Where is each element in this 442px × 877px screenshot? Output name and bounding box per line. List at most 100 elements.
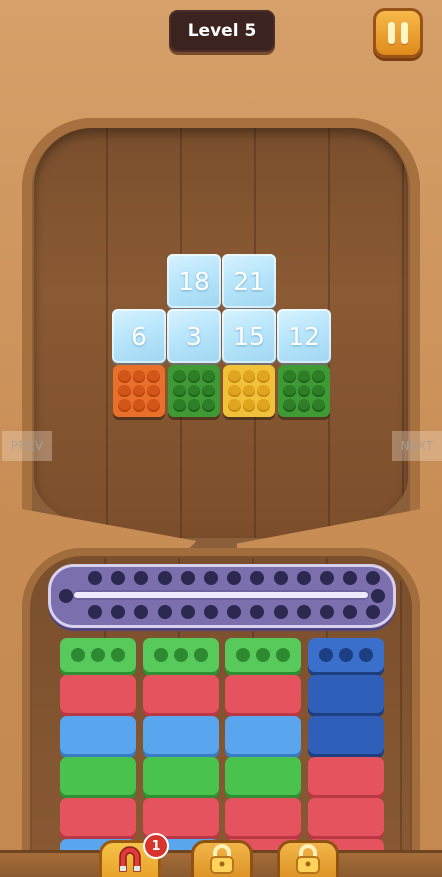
block-stud — [202, 370, 215, 383]
green-block[interactable] — [168, 365, 220, 417]
block-stud — [257, 384, 270, 398]
conveyor-hole — [157, 571, 172, 585]
block-stud — [242, 370, 256, 383]
stack-piece-blue — [143, 716, 219, 754]
next-button[interactable]: NEXT — [392, 431, 442, 461]
stack-piece-green — [225, 757, 301, 795]
stack-piece-navy — [308, 716, 384, 754]
ice-tile[interactable]: 12 — [277, 309, 331, 363]
ice-tile-value: 3 — [186, 321, 202, 351]
stack-stud — [339, 648, 353, 662]
conveyor-hole — [157, 605, 172, 619]
stack-piece-blue — [60, 716, 136, 754]
ice-tile[interactable]: 18 — [167, 254, 221, 308]
upper-board — [34, 128, 408, 538]
block-stud — [187, 370, 201, 383]
ice-tile-value: 18 — [178, 266, 210, 296]
ice-tile[interactable]: 6 — [112, 309, 166, 363]
lock-icon — [210, 844, 234, 874]
block-stud — [283, 370, 296, 383]
block-stud — [132, 384, 146, 398]
block-stud — [297, 370, 311, 383]
conveyor-hole — [180, 571, 195, 585]
ice-tile[interactable]: 15 — [222, 309, 276, 363]
block-stud — [283, 399, 296, 412]
locked-booster-button[interactable] — [191, 840, 253, 877]
stack-piece-navy — [308, 675, 384, 713]
stack-stud — [194, 648, 208, 662]
block-stud — [187, 384, 201, 398]
stack-top-piece[interactable] — [60, 638, 136, 672]
stack-piece-red — [60, 675, 136, 713]
block-stud — [228, 399, 241, 412]
ice-tile-value: 12 — [288, 321, 320, 351]
block-stud — [202, 399, 215, 412]
stack-stud — [236, 648, 250, 662]
conveyor-track — [72, 590, 370, 600]
stack-piece-red — [308, 757, 384, 795]
conveyor-hole — [88, 571, 102, 585]
block-stud — [202, 384, 215, 398]
block-stud — [242, 384, 256, 398]
block-stud — [312, 384, 325, 398]
block-stud — [173, 370, 186, 383]
block-stud — [257, 370, 270, 383]
prev-button[interactable]: PREV — [2, 431, 52, 461]
block-stud — [118, 399, 131, 412]
conveyor-hole — [88, 605, 102, 619]
stack-piece-red — [143, 798, 219, 836]
stack-stud — [359, 648, 373, 662]
stack-stud — [91, 648, 105, 662]
conveyor-hole — [320, 605, 334, 619]
block-stud — [242, 399, 256, 412]
stack-piece-green — [143, 757, 219, 795]
block-stud — [147, 384, 160, 398]
block-stud — [228, 384, 241, 398]
block-stud — [118, 384, 131, 398]
orange-block[interactable] — [113, 365, 165, 417]
block-stud — [228, 370, 241, 383]
stack-stud — [154, 648, 168, 662]
pause-icon-bar — [401, 22, 408, 44]
block-stud — [297, 384, 311, 398]
block-stud — [173, 384, 186, 398]
ice-tile[interactable]: 21 — [222, 254, 276, 308]
block-stud — [187, 399, 201, 412]
conveyor-hole — [180, 605, 195, 619]
conveyor-hole — [204, 571, 218, 585]
pause-icon — [388, 22, 395, 44]
prev-label: PREV — [10, 439, 44, 453]
conveyor-hole — [273, 605, 288, 619]
stack-top-piece[interactable] — [225, 638, 301, 672]
pause-button[interactable] — [373, 8, 423, 58]
lock-icon — [296, 844, 320, 874]
block-stud — [297, 399, 311, 412]
yellow-block[interactable] — [223, 365, 275, 417]
conveyor-hole — [296, 605, 311, 619]
magnet-count: 1 — [151, 838, 161, 854]
block-stud — [132, 370, 146, 383]
conveyor-hole — [204, 605, 218, 619]
block-stud — [312, 399, 325, 412]
ice-tile[interactable]: 3 — [167, 309, 221, 363]
green-block[interactable] — [278, 365, 330, 417]
stack-piece-red — [308, 798, 384, 836]
stack-piece-red — [60, 798, 136, 836]
magnet-count-badge: 1 — [143, 833, 169, 859]
block-stud — [312, 370, 325, 383]
stack-top-piece[interactable] — [308, 638, 384, 672]
block-stud — [257, 399, 270, 412]
next-label: NEXT — [400, 439, 434, 453]
ice-tile-value: 6 — [131, 321, 147, 351]
block-stud — [283, 384, 296, 398]
stack-top-piece[interactable] — [143, 638, 219, 672]
block-stud — [147, 370, 160, 383]
stack-piece-green — [60, 757, 136, 795]
conveyor-hole — [320, 571, 334, 585]
level-indicator: Level 5 — [169, 10, 275, 52]
ice-tile-value: 15 — [233, 321, 265, 351]
conveyor-hole — [273, 571, 288, 585]
conveyor-hole — [296, 571, 311, 585]
stack-stud — [276, 648, 290, 662]
locked-booster-button[interactable] — [277, 840, 339, 877]
